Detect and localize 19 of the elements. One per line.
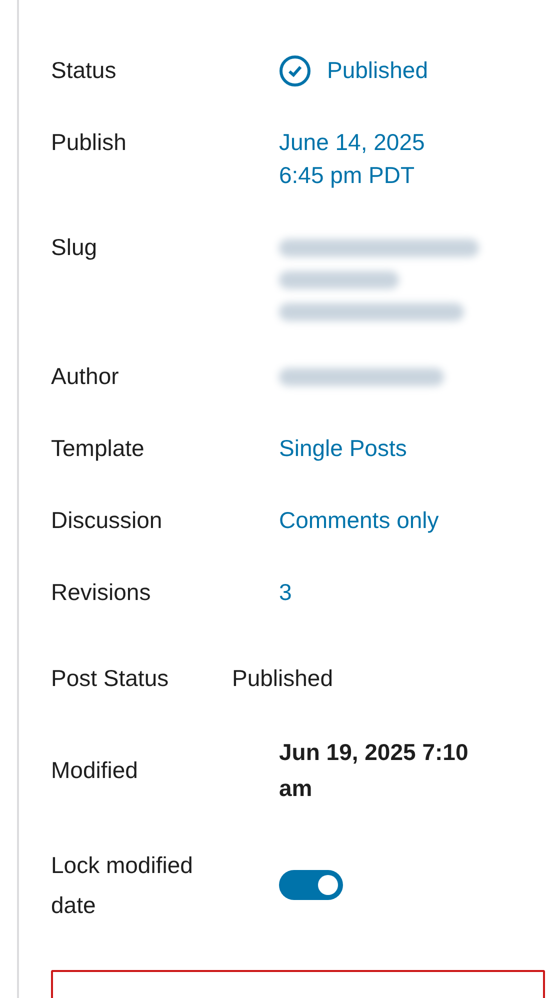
value-link[interactable]: Comments only	[279, 504, 469, 537]
field-label: Slug	[51, 233, 98, 262]
field-value: Jun 19, 2025 7:10 am	[279, 738, 470, 803]
field-label: Discussion	[51, 506, 164, 535]
value-link[interactable]: Single Posts	[279, 432, 469, 465]
field-label: Publish	[51, 128, 128, 157]
field-label: Post Status	[51, 664, 170, 693]
field-label: Revisions	[51, 578, 152, 607]
status-link[interactable]: Published	[327, 54, 428, 87]
field-label: Modified	[51, 756, 139, 784]
check-circle-icon	[279, 54, 311, 86]
value-link[interactable]: 3	[279, 576, 469, 609]
value-link[interactable]: June 14, 2025 6:45 pm PDT	[279, 126, 469, 192]
toggle-switch[interactable]	[279, 870, 343, 900]
field-label: Status	[51, 56, 118, 85]
field-label: Lock modified date	[51, 851, 194, 920]
field-label: Author	[51, 362, 120, 391]
field-label: Template	[51, 434, 146, 463]
field-value: Published	[232, 664, 334, 693]
